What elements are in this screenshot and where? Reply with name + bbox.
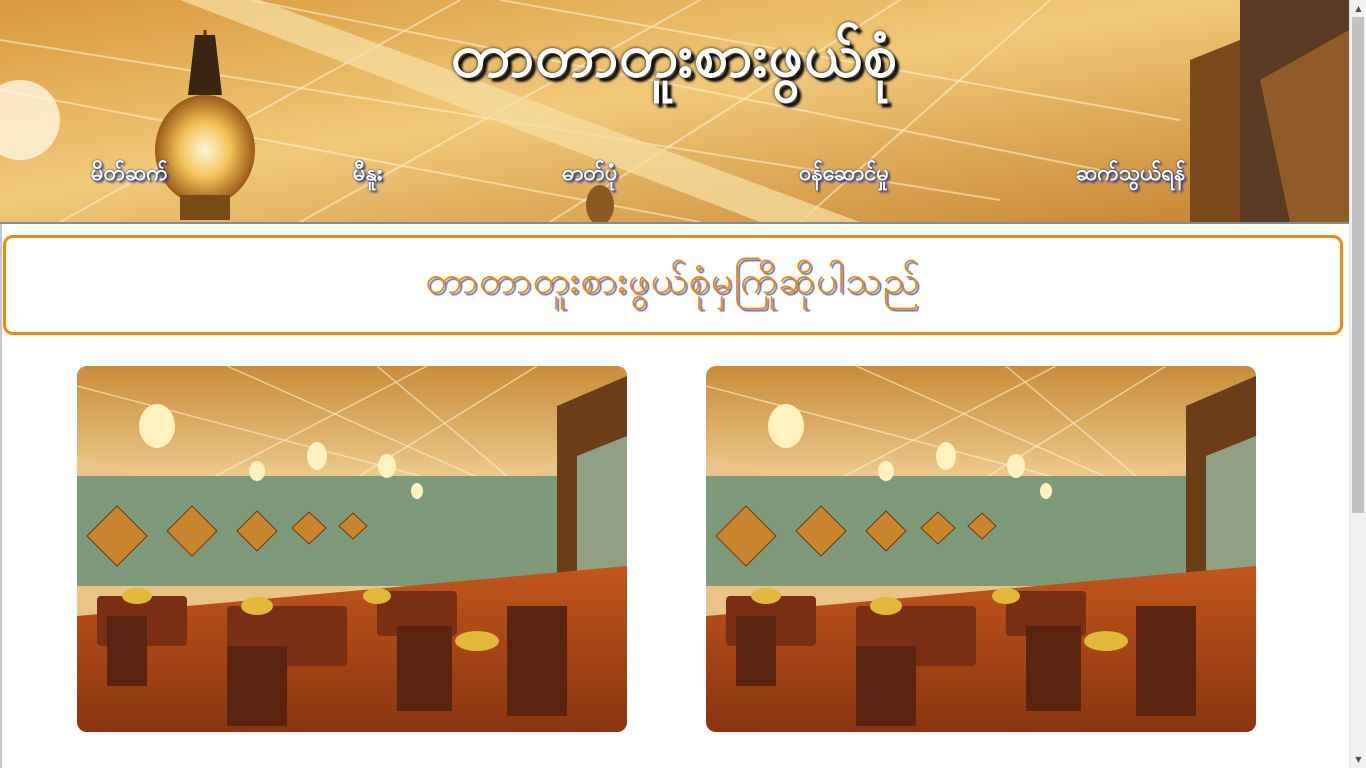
main-nav: မိတ်ဆက် မီနူး ဓာတ်ပုံ ဝန်ဆောင်မှု ဆက်သွယ…: [0, 158, 1349, 198]
welcome-banner: တာတာတူးစားဖွယ်စုံမှကြိုဆိုပါသည်: [3, 235, 1343, 335]
nav-item-photos[interactable]: ဓာတ်ပုံ: [562, 158, 617, 191]
nav-item-intro[interactable]: မိတ်ဆက်: [91, 158, 168, 191]
welcome-heading: တာတာတူးစားဖွယ်စုံမှကြိုဆိုပါသည်: [425, 258, 921, 302]
restaurant-interior-photo: [706, 366, 1256, 732]
hero-header: တာတာတူးစားဖွယ်စုံ မိတ်ဆက် မီနူး ဓာတ်ပုံ …: [0, 0, 1349, 224]
scroll-down-arrow-icon[interactable]: ▼: [1350, 751, 1366, 768]
restaurant-interior-photo: [77, 366, 627, 732]
page: တာတာတူးစားဖွယ်စုံ မိတ်ဆက် မီနူး ဓာတ်ပုံ …: [0, 0, 1366, 768]
nav-item-services[interactable]: ဝန်ဆောင်မှု: [799, 158, 889, 191]
page-left-border: [0, 224, 2, 768]
scroll-up-arrow-icon[interactable]: ▲: [1350, 0, 1366, 17]
restaurant-photo-2: [706, 366, 1256, 732]
vertical-scrollbar[interactable]: ▲ ▼: [1349, 0, 1366, 768]
nav-item-menu[interactable]: မီနူး: [353, 158, 383, 191]
scrollbar-thumb[interactable]: [1352, 17, 1364, 513]
restaurant-photo-1: [77, 366, 627, 732]
nav-item-contact[interactable]: ဆက်သွယ်ရန်: [1076, 158, 1185, 191]
site-title: တာတာတူးစားဖွယ်စုံ: [451, 21, 898, 91]
